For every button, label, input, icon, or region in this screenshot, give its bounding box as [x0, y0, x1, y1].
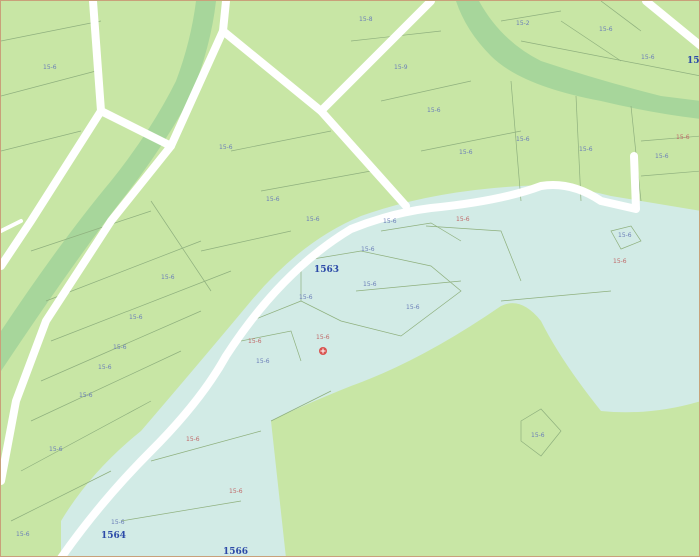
- parcel-label: 15-6: [266, 196, 280, 203]
- parcel-label: 15-6: [219, 144, 233, 151]
- parcel-label: 15-6: [16, 531, 30, 538]
- parcel-label: 15-9: [394, 64, 408, 71]
- parcel-label: 15-6: [531, 432, 545, 439]
- parcel-label: 15-6: [361, 246, 375, 253]
- parcel-label: 15-6: [459, 149, 473, 156]
- zone-area: [61, 185, 699, 556]
- parcel-label: 15-2: [516, 20, 530, 27]
- parcel-label: 15-6: [655, 153, 669, 160]
- parcel-label: 15-6: [427, 107, 441, 114]
- block-label: 1566: [223, 547, 248, 557]
- parcel-label: 15-6: [579, 146, 593, 153]
- parcel-label: 15-6: [363, 281, 377, 288]
- parcel-label: 15-6: [43, 64, 57, 71]
- parcel-label: 15-6: [113, 344, 127, 351]
- parcel-label: 15-6: [256, 358, 270, 365]
- parcel-label: 15-6: [79, 392, 93, 399]
- parcel-label: 15-6: [516, 136, 530, 143]
- parcel-label: 15-6: [111, 519, 125, 526]
- parcel-label: 15-6: [98, 364, 112, 371]
- parcel-label: 15-8: [359, 16, 373, 23]
- parcel-label: 15-6: [618, 232, 632, 239]
- map-canvas: 15-8 15-2 15-6 15-6 15-9 15-6 15-6 15-6 …: [1, 1, 700, 557]
- cadastral-map[interactable]: 15-8 15-2 15-6 15-6 15-9 15-6 15-6 15-6 …: [0, 0, 700, 557]
- block-label: 1562: [687, 56, 700, 66]
- red-cross-marker-icon[interactable]: [319, 347, 327, 355]
- minor-roads: [1, 219, 23, 233]
- parcel-label: 15-6: [49, 446, 63, 453]
- red-label: 15-6: [248, 338, 262, 345]
- parcel-label: 15-6: [299, 294, 313, 301]
- red-label: 15-6: [613, 258, 627, 265]
- red-label: 15-6: [456, 216, 470, 223]
- parcel-label: 15-6: [383, 218, 397, 225]
- parcel-label: 15-6: [161, 274, 175, 281]
- parcel-label: 15-6: [129, 314, 143, 321]
- red-label: 15-6: [316, 334, 330, 341]
- red-label: 15-6: [229, 488, 243, 495]
- block-label: 1564: [101, 531, 126, 541]
- parcel-label: 15-6: [641, 54, 655, 61]
- block-label: 1563: [314, 265, 339, 275]
- river-left: [1, 1, 216, 371]
- red-label: 15-6: [186, 436, 200, 443]
- parcel-label: 15-6: [599, 26, 613, 33]
- red-label: 15-6: [676, 134, 690, 141]
- parcel-label: 15-6: [306, 216, 320, 223]
- parcel-label: 15-6: [406, 304, 420, 311]
